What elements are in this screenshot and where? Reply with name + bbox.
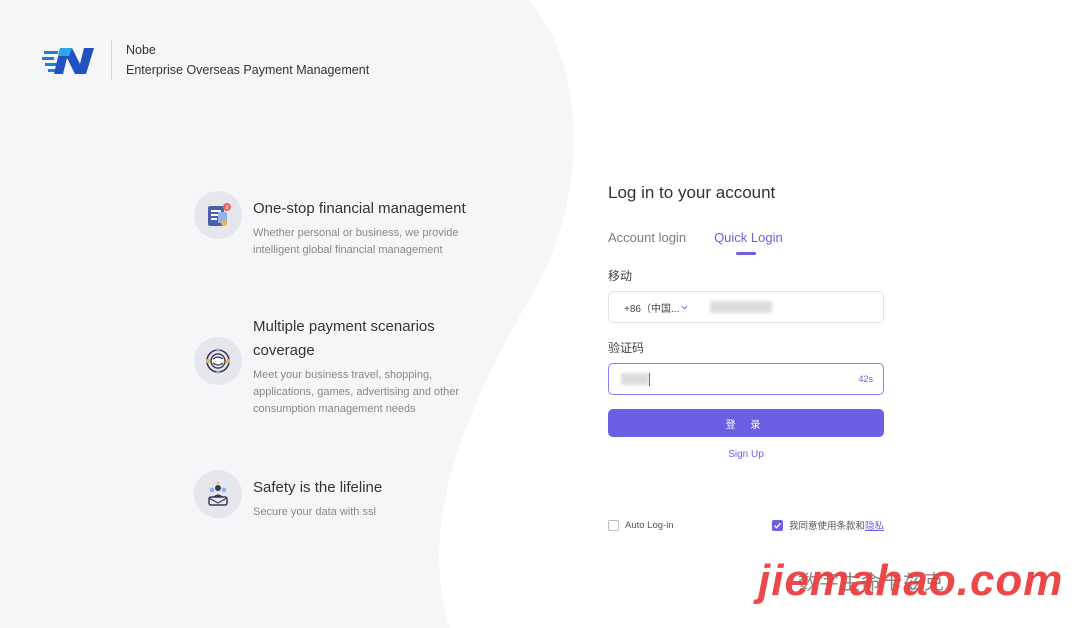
globe-payment-icon [194,337,242,385]
feature-title: Safety is the lifeline [253,479,383,496]
left-background-shape [0,0,574,628]
chevron-down-icon [681,305,688,309]
terms-agreement-option[interactable]: 我同意使用条款和隐私 [771,518,884,532]
tab-quick-login[interactable]: Quick Login [714,230,783,260]
login-tabs: Account login Quick Login [608,230,884,260]
feature-payment-scenarios: Multiple payment scenarios coverage Meet… [194,315,493,418]
terms-label: 我同意使用条款和 [788,521,865,532]
auto-login-checkbox[interactable] [608,519,619,531]
verification-code-redacted [621,373,649,385]
privacy-link[interactable]: 隐私 [865,521,884,532]
watermark-main: jiemahao.com [758,556,1064,605]
login-button[interactable]: 登 录 [608,409,884,437]
feature-safety: Safety is the lifeline Secure your data … [194,470,493,521]
phone-number-redacted [710,301,773,313]
code-label: 验证码 [608,341,645,355]
resend-countdown: 42s [858,374,873,384]
tab-account-login[interactable]: Account login [608,230,686,260]
nobe-logo-icon [42,40,96,80]
verification-code-field[interactable]: 42s [608,363,884,395]
svg-text:$: $ [226,205,229,211]
feature-title: Multiple payment scenarios coverage [253,318,435,359]
auto-login-option[interactable]: Auto Log-in [608,519,674,531]
brand-header: Nobe Enterprise Overseas Payment Managem… [42,40,369,80]
brand-tagline: Enterprise Overseas Payment Management [126,63,370,77]
signup-link[interactable]: Sign Up [608,449,884,460]
terms-checkbox[interactable] [771,519,783,531]
country-code-select[interactable]: +86（中国... [624,300,688,315]
brand-name: Nobe [126,43,156,57]
financial-document-icon: $ [194,191,242,239]
checkmark-icon [773,522,781,529]
phone-label: 移动 [608,269,633,283]
feature-description: Whether personal or business, we provide… [253,227,459,256]
phone-field[interactable]: +86（中国... [608,291,884,323]
feature-description: Secure your data with ssl [253,506,376,518]
watermark: 数字生命卡兹克 jiemahao.com [758,556,1063,606]
login-options: Auto Log-in 我同意使用条款和隐私 [608,518,884,532]
login-panel: Log in to your account Account login Qui… [608,183,884,460]
country-code-value: +86（中国... [624,303,680,315]
auto-login-label: Auto Log-in [625,519,674,531]
brand-divider [111,40,112,80]
feature-description: Meet your business travel, shopping, app… [253,369,460,415]
security-users-icon [194,470,242,518]
text-caret [649,372,650,386]
login-title: Log in to your account [608,183,776,202]
feature-title: One-stop financial management [253,200,466,217]
feature-financial-management: $ One-stop financial management Whether … [194,191,493,259]
